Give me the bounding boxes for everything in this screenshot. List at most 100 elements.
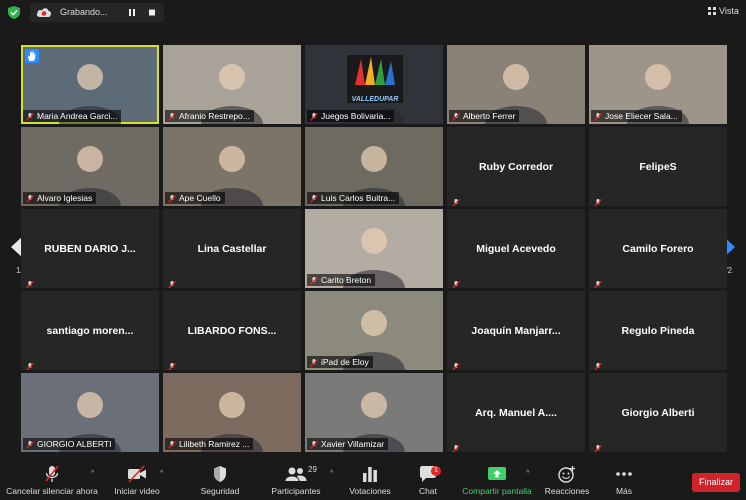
- more-button[interactable]: Más: [608, 465, 640, 496]
- participant-tile[interactable]: VALLEDUPAR Juegos Bolivaria...: [305, 45, 443, 124]
- participant-name: FelipeS: [639, 160, 677, 173]
- participant-name-label: Juegos Bolivaria...: [307, 110, 395, 122]
- reactions-button[interactable]: Reacciones: [542, 465, 592, 496]
- participant-name-label: Ape Cuello: [165, 192, 225, 204]
- muted-microphone-icon: [594, 112, 602, 121]
- participant-name: Jose Eliecer Sala...: [605, 111, 678, 121]
- security-icon: [214, 466, 226, 482]
- participant-tile[interactable]: Lina Castellar: [163, 209, 301, 288]
- participant-tile[interactable]: Maria Andrea Garci...: [21, 45, 159, 124]
- raised-hand-icon: [25, 49, 39, 63]
- participant-tile[interactable]: FelipeS: [589, 127, 727, 206]
- participant-name-label: Carito Breton: [307, 274, 376, 286]
- more-label: Más: [615, 486, 633, 496]
- share-options-caret-icon[interactable]: ^: [526, 470, 529, 477]
- grid-view-icon: [708, 7, 716, 15]
- participant-name: Arq. Manuel A....: [475, 406, 557, 419]
- muted-microphone-icon: [26, 194, 34, 203]
- participant-name: Maria Andrea Garci...: [37, 111, 118, 121]
- participant-name-label: GIORGIO ALBERTI: [23, 438, 116, 450]
- video-off-icon: [128, 465, 146, 483]
- participant-name: LIBARDO FONS...: [187, 324, 277, 337]
- muted-microphone-icon: [26, 358, 34, 370]
- muted-microphone-icon: [168, 194, 176, 203]
- security-shield-icon[interactable]: [8, 6, 20, 19]
- participant-name: Lina Castellar: [197, 242, 267, 255]
- meeting-toolbar: Cancelar silenciar ahora ^ Iniciar video…: [0, 462, 746, 500]
- participant-name: Ruby Corredor: [478, 160, 554, 173]
- muted-microphone-icon: [452, 440, 460, 452]
- participant-name-label: Afranio Restrepo...: [165, 110, 254, 122]
- participant-tile[interactable]: santiago moren...: [21, 291, 159, 370]
- more-dots-icon: [616, 472, 632, 476]
- recording-indicator: Grabando...: [30, 3, 164, 22]
- audio-options-caret-icon[interactable]: ^: [91, 470, 94, 477]
- participant-tile[interactable]: GIORGIO ALBERTI: [21, 373, 159, 452]
- participant-tile[interactable]: Miguel Acevedo: [447, 209, 585, 288]
- view-button[interactable]: Vista: [708, 6, 739, 16]
- participant-tile[interactable]: Camilo Forero: [589, 209, 727, 288]
- muted-microphone-icon: [310, 440, 318, 449]
- end-meeting-button[interactable]: Finalizar: [692, 473, 740, 492]
- participant-tile[interactable]: RUBEN DARIO J...: [21, 209, 159, 288]
- start-video-button[interactable]: Iniciar video: [108, 465, 166, 496]
- participant-tile[interactable]: Ruby Corredor: [447, 127, 585, 206]
- stop-recording-icon[interactable]: [146, 7, 158, 18]
- participant-name-label: Xavier Villamizar: [307, 438, 389, 450]
- participants-caret-icon[interactable]: ^: [330, 470, 333, 477]
- participant-tile[interactable]: Alvaro Iglesias: [21, 127, 159, 206]
- muted-microphone-icon: [168, 358, 176, 370]
- muted-microphone-icon: [594, 440, 602, 452]
- muted-microphone-icon: [310, 194, 318, 203]
- participant-tile[interactable]: Alberto Ferrer: [447, 45, 585, 124]
- participant-name: Camilo Forero: [622, 242, 694, 255]
- participant-name: RUBEN DARIO J...: [44, 242, 136, 255]
- share-screen-label: Compartir pantalla: [462, 486, 532, 496]
- mute-button[interactable]: Cancelar silenciar ahora: [6, 465, 98, 496]
- polls-button[interactable]: Votaciones: [344, 465, 396, 496]
- participant-tile[interactable]: Regulo Pineda: [589, 291, 727, 370]
- participant-name-label: iPad de Eloy: [307, 356, 373, 368]
- participant-name: Carito Breton: [321, 275, 372, 285]
- muted-microphone-icon: [168, 440, 176, 449]
- participant-name: Xavier Villamizar: [321, 439, 385, 449]
- reactions-icon: [558, 466, 575, 483]
- participant-name: Afranio Restrepo...: [179, 111, 250, 121]
- valledupar-logo-text: VALLEDUPAR: [351, 96, 399, 103]
- participant-tile[interactable]: Xavier Villamizar: [305, 373, 443, 452]
- participant-tile[interactable]: Afranio Restrepo...: [163, 45, 301, 124]
- participant-tile[interactable]: Joaquín Manjarr...: [447, 291, 585, 370]
- participant-tile[interactable]: Luis Carlos Buitra...: [305, 127, 443, 206]
- valledupar-logo: VALLEDUPAR: [347, 55, 403, 103]
- chat-label: Chat: [419, 486, 437, 496]
- video-options-caret-icon[interactable]: ^: [160, 470, 163, 477]
- participant-tile[interactable]: Lilibeth Ramirez ...: [163, 373, 301, 452]
- muted-microphone-icon: [452, 194, 460, 206]
- participant-tile[interactable]: Jose Eliecer Sala...: [589, 45, 727, 124]
- participant-name-label: Alberto Ferrer: [449, 110, 520, 122]
- participant-name: iPad de Eloy: [321, 357, 369, 367]
- participant-tile[interactable]: Carito Breton: [305, 209, 443, 288]
- participant-name: Ape Cuello: [179, 193, 221, 203]
- reactions-label: Reacciones: [544, 486, 590, 496]
- security-label: Seguridad: [200, 486, 240, 496]
- participant-tile[interactable]: Ape Cuello: [163, 127, 301, 206]
- participant-name-label: Maria Andrea Garci...: [23, 110, 122, 122]
- share-screen-button[interactable]: Compartir pantalla: [457, 465, 537, 496]
- top-bar: Grabando... Vista: [0, 0, 746, 26]
- mute-label: Cancelar silenciar ahora: [6, 486, 98, 496]
- participant-tile[interactable]: Arq. Manuel A....: [447, 373, 585, 452]
- participant-tile[interactable]: Giorgio Alberti: [589, 373, 727, 452]
- participant-tile[interactable]: LIBARDO FONS...: [163, 291, 301, 370]
- gallery-grid: Maria Andrea Garci... Afranio Restrepo...…: [21, 45, 728, 453]
- view-label: Vista: [719, 6, 739, 16]
- security-button[interactable]: Seguridad: [196, 465, 244, 496]
- participant-name-label: Jose Eliecer Sala...: [591, 110, 682, 122]
- participants-icon: [285, 467, 307, 481]
- start-video-label: Iniciar video: [114, 486, 160, 496]
- muted-microphone-icon: [594, 194, 602, 206]
- pause-recording-icon[interactable]: [126, 7, 138, 18]
- chat-unread-badge: 1: [431, 466, 441, 476]
- participant-tile[interactable]: iPad de Eloy: [305, 291, 443, 370]
- participant-name: Giorgio Alberti: [621, 406, 695, 419]
